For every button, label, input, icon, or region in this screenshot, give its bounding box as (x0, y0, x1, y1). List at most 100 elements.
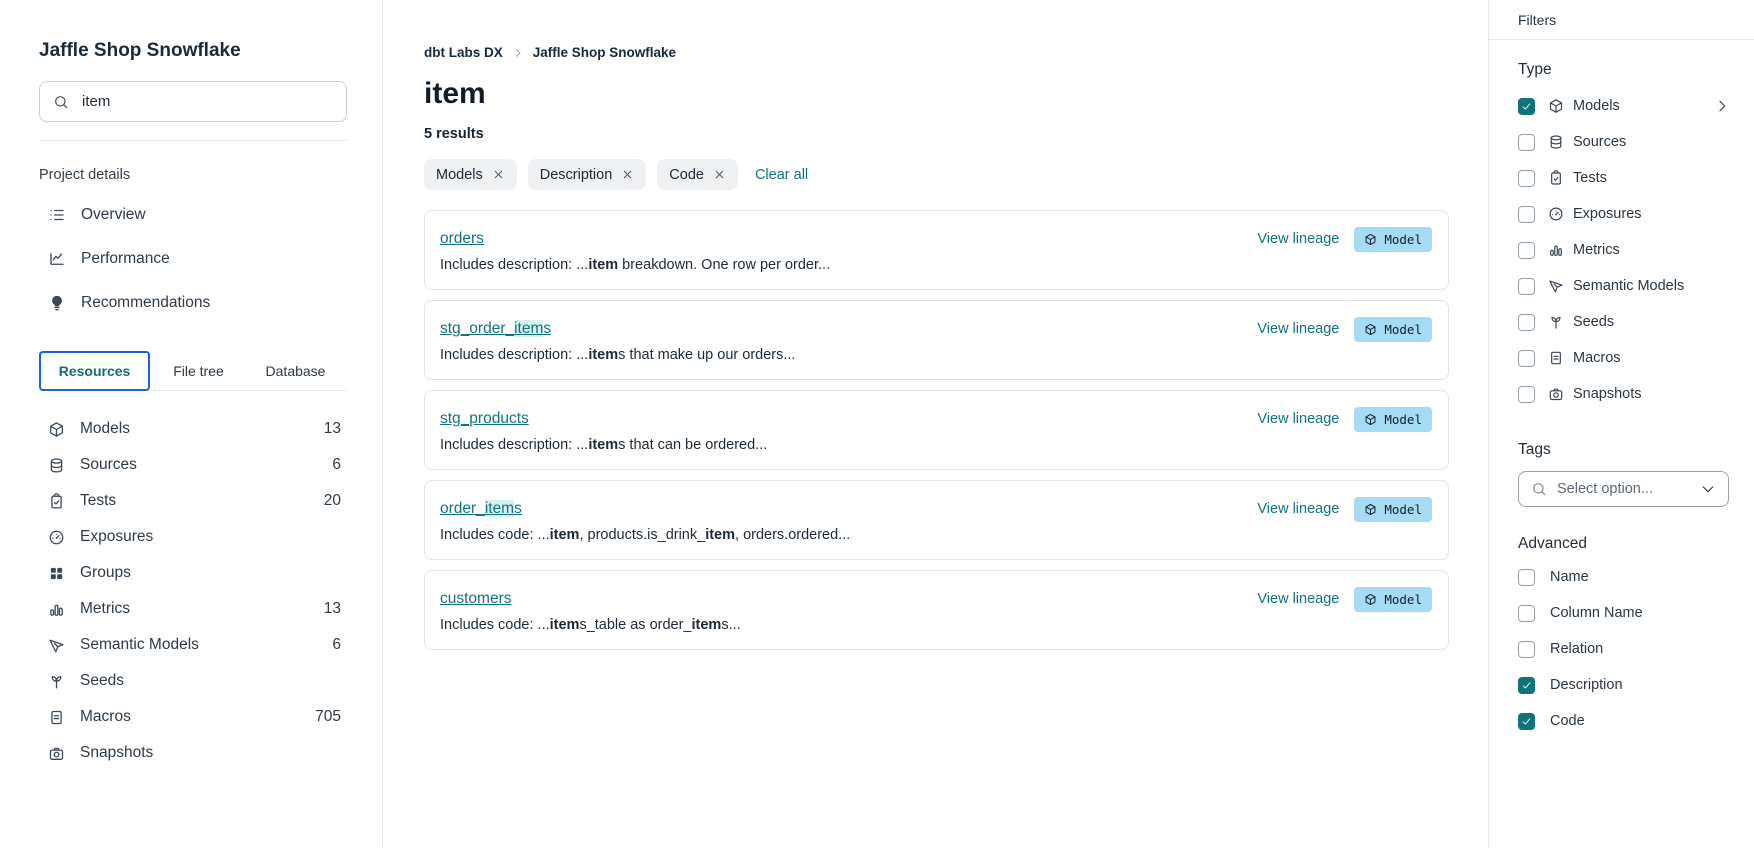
view-lineage-link[interactable]: View lineage (1257, 411, 1339, 427)
checkbox[interactable] (1518, 314, 1535, 331)
checkbox[interactable] (1518, 242, 1535, 259)
result-link[interactable]: stg_products (440, 410, 529, 428)
advanced-filter-relation[interactable]: Relation (1518, 631, 1732, 667)
result-card: stg_order_itemsView lineageModelIncludes… (424, 300, 1449, 380)
model-badge-label: Model (1384, 322, 1422, 337)
model-badge[interactable]: Model (1354, 497, 1432, 522)
checkbox[interactable] (1518, 677, 1535, 694)
type-filter-metrics[interactable]: Metrics (1518, 232, 1732, 268)
view-lineage-link[interactable]: View lineage (1257, 501, 1339, 517)
checkbox[interactable] (1518, 713, 1535, 730)
checkbox[interactable] (1518, 134, 1535, 151)
type-filter-models[interactable]: Models (1518, 88, 1732, 124)
filter-option-label: Seeds (1573, 314, 1614, 330)
close-icon[interactable] (621, 168, 634, 181)
resource-item-snapshots[interactable]: Snapshots (39, 735, 347, 771)
result-link[interactable]: customers (440, 590, 512, 608)
type-filter-semantic-models[interactable]: Semantic Models (1518, 268, 1732, 304)
chevron-right-icon[interactable] (1714, 98, 1730, 114)
sidebar-item-performance[interactable]: Performance (39, 237, 347, 281)
search-icon (1531, 481, 1547, 497)
type-filter-macros[interactable]: Macros (1518, 340, 1732, 376)
close-icon[interactable] (492, 168, 505, 181)
type-filter-seeds[interactable]: Seeds (1518, 304, 1732, 340)
tab-resources[interactable]: Resources (39, 351, 150, 391)
grid-icon (48, 565, 65, 582)
checkbox[interactable] (1518, 386, 1535, 403)
view-lineage-link[interactable]: View lineage (1257, 321, 1339, 337)
sidebar-item-label: Overview (81, 206, 146, 224)
filter-option-label: Sources (1573, 134, 1626, 150)
model-badge[interactable]: Model (1354, 407, 1432, 432)
resource-label: Exposures (80, 528, 153, 546)
type-filter-exposures[interactable]: Exposures (1518, 196, 1732, 232)
type-filter-tests[interactable]: Tests (1518, 160, 1732, 196)
chip-code[interactable]: Code (657, 159, 738, 190)
advanced-filter-description[interactable]: Description (1518, 667, 1732, 703)
checkbox[interactable] (1518, 206, 1535, 223)
view-lineage-link[interactable]: View lineage (1257, 231, 1339, 247)
plane-icon (48, 637, 65, 654)
sidebar-item-overview[interactable]: Overview (39, 193, 347, 237)
list-icon (48, 206, 66, 224)
database-icon (1548, 134, 1564, 150)
checkbox[interactable] (1518, 641, 1535, 658)
close-icon[interactable] (713, 168, 726, 181)
result-snippet: Includes description: ...item breakdown.… (440, 255, 1432, 275)
model-badge[interactable]: Model (1354, 317, 1432, 342)
result-link[interactable]: order_items (440, 500, 522, 518)
result-link[interactable]: orders (440, 230, 484, 248)
clear-all-link[interactable]: Clear all (755, 167, 808, 183)
result-card: customersView lineageModelIncludes code:… (424, 570, 1449, 650)
resource-item-metrics[interactable]: Metrics13 (39, 591, 347, 627)
tab-database[interactable]: Database (247, 351, 344, 390)
result-link[interactable]: stg_order_items (440, 320, 551, 338)
results-count: 5 results (424, 126, 1488, 142)
sidebar-item-recommendations[interactable]: Recommendations (39, 281, 347, 325)
checkbox[interactable] (1518, 98, 1535, 115)
search-input[interactable] (80, 92, 333, 111)
tab-file-tree[interactable]: File tree (150, 351, 247, 390)
filter-option-label: Relation (1550, 641, 1603, 657)
model-badge[interactable]: Model (1354, 227, 1432, 252)
checkbox[interactable] (1518, 170, 1535, 187)
resource-item-macros[interactable]: Macros705 (39, 699, 347, 735)
breadcrumb-item[interactable]: dbt Labs DX (424, 45, 503, 60)
project-search (39, 81, 347, 122)
chip-description[interactable]: Description (528, 159, 647, 190)
gauge-icon (1548, 206, 1564, 222)
result-card: orders View lineage Model Includes descript… (424, 210, 1449, 290)
database-icon (48, 457, 65, 474)
checkbox[interactable] (1518, 569, 1535, 586)
file-icon (48, 709, 65, 726)
advanced-filter-column-name[interactable]: Column Name (1518, 595, 1732, 631)
checkbox[interactable] (1518, 350, 1535, 367)
app-root: Jaffle Shop Snowflake Project details Ov… (0, 0, 1754, 848)
breadcrumb-item[interactable]: Jaffle Shop Snowflake (533, 45, 676, 60)
bars-icon (1548, 242, 1564, 258)
result-card-header: order_items View lineage Model (440, 498, 1432, 520)
advanced-filter-name[interactable]: Name (1518, 559, 1732, 595)
resource-item-models[interactable]: Models13 (39, 411, 347, 447)
type-filter-snapshots[interactable]: Snapshots (1518, 376, 1732, 412)
filter-chips-row: Models Description Code Clear all (424, 159, 1488, 190)
resource-item-semantic-models[interactable]: Semantic Models6 (39, 627, 347, 663)
resource-item-tests[interactable]: Tests20 (39, 483, 347, 519)
resource-item-exposures[interactable]: Exposures (39, 519, 347, 555)
type-filter-sources[interactable]: Sources (1518, 124, 1732, 160)
chip-models[interactable]: Models (424, 159, 517, 190)
result-card-header: customers View lineage Model (440, 588, 1432, 610)
resource-item-seeds[interactable]: Seeds (39, 663, 347, 699)
type-options: Models Sources TestsExposuresMetricsSemant… (1518, 88, 1732, 412)
resource-count: 20 (324, 492, 347, 510)
checkbox[interactable] (1518, 605, 1535, 622)
tags-select[interactable]: Select option... (1518, 471, 1729, 507)
resource-item-sources[interactable]: Sources6 (39, 447, 347, 483)
view-lineage-link[interactable]: View lineage (1257, 591, 1339, 607)
filter-option-label: Description (1550, 677, 1623, 693)
model-badge[interactable]: Model (1354, 587, 1432, 612)
advanced-filter-code[interactable]: Code (1518, 703, 1732, 739)
resource-item-groups[interactable]: Groups (39, 555, 347, 591)
filter-option-label: Models (1573, 98, 1620, 114)
checkbox[interactable] (1518, 278, 1535, 295)
